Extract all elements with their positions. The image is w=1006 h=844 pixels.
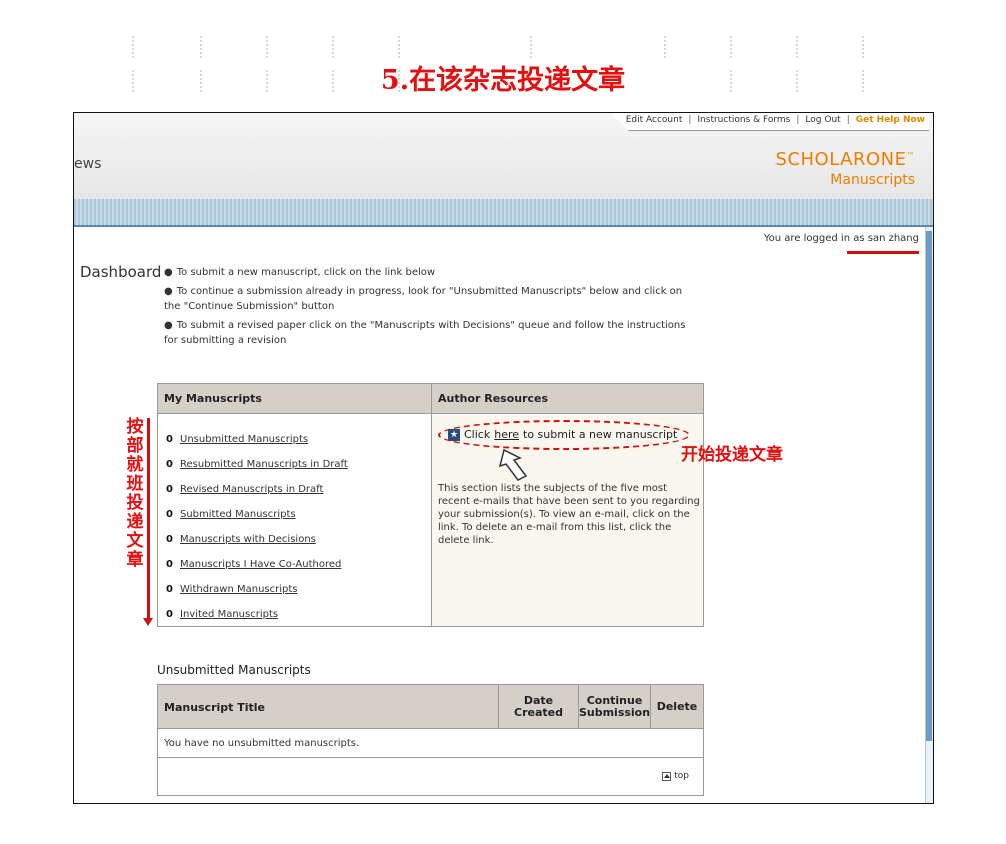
col-continue-submission: Continue Submission [578,685,650,729]
browser-frame: Edit Account | Instructions & Forms | Lo… [73,112,934,804]
instruction-1: To submit a new manuscript, click on the… [176,267,436,278]
log-out-link[interactable]: Log Out [805,115,840,125]
header-links: Edit Account | Instructions & Forms | Lo… [625,115,925,125]
co-authored-link[interactable]: Manuscripts I Have Co-Authored [180,559,341,570]
col-delete: Delete [650,685,703,729]
slide-title: 5.在该杂志投递文章 [380,65,626,96]
instruction-3: To submit a revised paper click on the "… [164,320,686,346]
author-resources-header: Author Resources [438,392,549,405]
decisions-link[interactable]: Manuscripts with Decisions [180,534,316,545]
instruction-2: To continue a submission already in prog… [164,286,683,312]
revised-draft-link[interactable]: Revised Manuscripts in Draft [180,484,323,495]
table-row: You have no unsubmitted manuscripts. [158,730,703,758]
my-manuscripts-list: 0 Unsubmitted Manuscripts 0 Resubmitted Ma… [166,427,348,627]
dashboard-instructions: ● To submit a new manuscript, click on th… [164,267,686,346]
scrollbar-thumb[interactable] [926,231,932,741]
unsubmitted-manuscripts-link[interactable]: Unsubmitted Manuscripts [180,434,308,445]
pointer-arrow-icon [498,448,528,481]
up-arrow-icon [662,771,672,781]
unsubmitted-table: Manuscript Title Date Created Continue S… [157,684,704,796]
manuscripts-panel: My Manuscripts Author Resources 0 Unsubmi… [157,383,704,627]
annotation-down-arrow [143,418,153,626]
list-item: 0 Unsubmitted Manuscripts [166,434,309,445]
my-manuscripts-header: My Manuscripts [164,392,262,405]
invited-link[interactable]: Invited Manuscripts [180,609,278,620]
back-to-top[interactable]: top [662,771,689,781]
nav-band [74,199,933,227]
empty-message: You have no unsubmitted manuscripts. [164,738,360,749]
col-manuscript-title: Manuscript Title [164,701,266,714]
withdrawn-link[interactable]: Withdrawn Manuscripts [180,584,298,595]
list-item: 0 Withdrawn Manuscripts [166,584,298,595]
site-header: Edit Account | Instructions & Forms | Lo… [74,113,933,199]
annotation-step-by-step: 按 部 就 班 投 递 文 章 [126,417,144,570]
logged-in-status: You are logged in as san zhang [763,233,919,244]
table-row: top [158,759,703,795]
list-item: 0 Invited Manuscripts [166,609,279,620]
resubmitted-draft-link[interactable]: Resubmitted Manuscripts in Draft [180,459,348,470]
annotation-ellipse [438,420,690,450]
author-resources-description: This section lists the subjects of the f… [438,483,700,546]
list-item: 0 Manuscripts with Decisions [166,534,316,545]
annotation-start-submission: 开始投递文章 [681,445,783,465]
col-date-created: Date Created [498,685,578,729]
unsubmitted-section-title: Unsubmitted Manuscripts [157,663,311,677]
annotation-underline [847,251,919,254]
instructions-forms-link[interactable]: Instructions & Forms [697,115,790,125]
submitted-manuscripts-link[interactable]: Submitted Manuscripts [180,509,296,520]
page-title: Dashboard [80,263,162,281]
edit-account-link[interactable]: Edit Account [626,115,683,125]
list-item: 0 Submitted Manuscripts [166,509,296,520]
list-item: 0 Resubmitted Manuscripts in Draft [166,459,348,470]
list-item: 0 Manuscripts I Have Co-Authored [166,559,342,570]
table-header: Manuscript Title Date Created Continue S… [158,685,703,729]
scholarone-logo: SCHOLARONE™ Manuscripts [775,149,915,188]
site-name: ews [74,156,102,172]
list-item: 0 Revised Manuscripts in Draft [166,484,324,495]
get-help-now-link[interactable]: Get Help Now [856,115,925,125]
